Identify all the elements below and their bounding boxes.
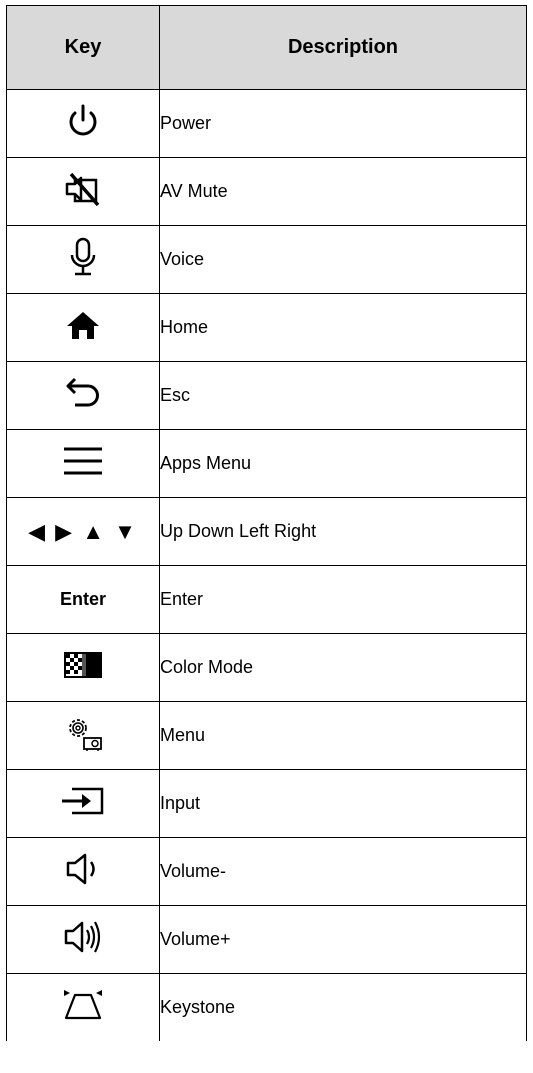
table-row: ◀ ▶ ▲ ▼ Up Down Left Right	[6, 497, 527, 566]
description-cell: Volume-	[159, 837, 527, 906]
settings-projector-icon	[62, 714, 104, 757]
microphone-icon	[69, 237, 97, 282]
power-icon	[66, 103, 100, 144]
key-column-header: Key	[6, 5, 160, 90]
key-cell	[6, 293, 160, 362]
table-row: Power	[6, 89, 527, 158]
description-cell: Esc	[159, 361, 527, 430]
color-mode-icon	[64, 652, 102, 683]
table-header-row: Key Description	[6, 5, 527, 90]
table-row: Home	[6, 293, 527, 362]
key-cell	[6, 973, 160, 1041]
description-cell: Keystone	[159, 973, 527, 1041]
key-cell	[6, 837, 160, 906]
back-arrow-icon	[64, 377, 102, 414]
key-cell	[6, 89, 160, 158]
table-row: Esc	[6, 361, 527, 430]
enter-key-label: Enter	[59, 589, 106, 609]
key-cell	[6, 701, 160, 770]
key-cell	[6, 429, 160, 498]
keystone-icon	[63, 989, 103, 1026]
table-row: AV Mute	[6, 157, 527, 226]
description-cell: Volume+	[159, 905, 527, 974]
table-row: Keystone	[6, 973, 527, 1041]
description-cell: Voice	[159, 225, 527, 294]
description-cell: Enter	[159, 565, 527, 634]
description-cell: Power	[159, 89, 527, 158]
volume-down-icon	[65, 852, 101, 891]
key-cell	[6, 905, 160, 974]
description-cell: AV Mute	[159, 157, 527, 226]
key-cell	[6, 361, 160, 430]
key-cell	[6, 225, 160, 294]
table-row: Input	[6, 769, 527, 838]
av-mute-icon	[64, 170, 102, 213]
description-cell: Menu	[159, 701, 527, 770]
description-cell: Home	[159, 293, 527, 362]
key-cell: Enter	[6, 565, 160, 634]
table-row: Color Mode	[6, 633, 527, 702]
description-column-header: Description	[159, 5, 527, 90]
table-row: Menu	[6, 701, 527, 770]
direction-arrows-icon: ◀ ▶ ▲ ▼	[28, 518, 138, 544]
table-row: Volume-	[6, 837, 527, 906]
table-row: Voice	[6, 225, 527, 294]
key-cell	[6, 633, 160, 702]
key-cell	[6, 157, 160, 226]
input-source-icon	[60, 786, 106, 821]
description-cell: Color Mode	[159, 633, 527, 702]
description-cell: Up Down Left Right	[159, 497, 527, 566]
description-cell: Apps Menu	[159, 429, 527, 498]
hamburger-menu-icon	[63, 445, 103, 482]
table-row: Apps Menu	[6, 429, 527, 498]
volume-up-icon	[63, 919, 103, 960]
home-icon	[66, 310, 100, 345]
description-cell: Input	[159, 769, 527, 838]
table-row: Volume+	[6, 905, 527, 974]
key-cell	[6, 769, 160, 838]
remote-keys-table: Key Description Power AV Mute Voice Home…	[6, 5, 527, 1041]
table-row: Enter Enter	[6, 565, 527, 634]
key-cell: ◀ ▶ ▲ ▼	[6, 497, 160, 566]
